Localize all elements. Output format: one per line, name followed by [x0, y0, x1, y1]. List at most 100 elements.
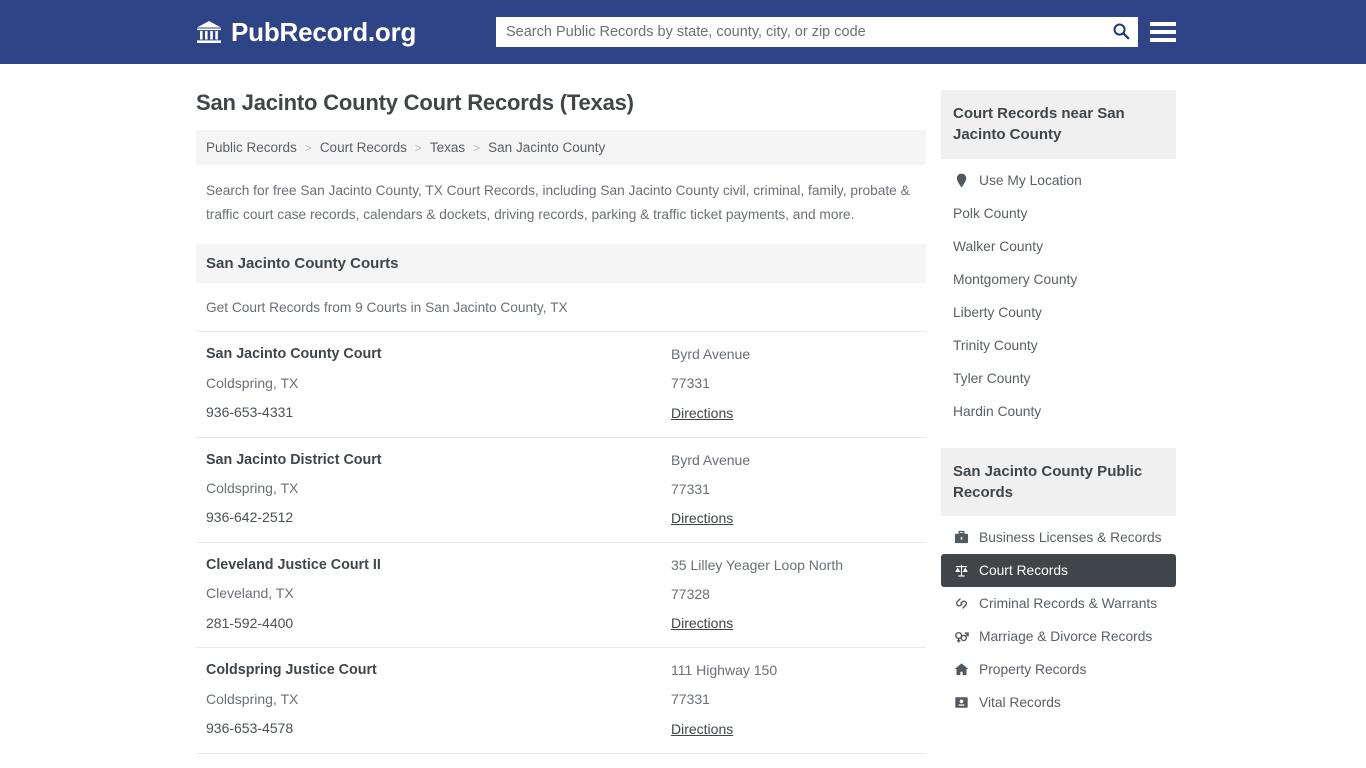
records-item-label: Property Records [979, 662, 1086, 677]
court-city: Cleveland, TX [206, 584, 671, 602]
nearby-panel-heading: Court Records near San Jacinto County [941, 90, 1176, 159]
records-item-label: Court Records [979, 563, 1068, 578]
court-zip: 77331 [671, 374, 916, 392]
directions-link[interactable]: Directions [671, 510, 733, 526]
nearby-item-label: Use My Location [979, 173, 1082, 188]
main-content: San Jacinto County Court Records (Texas)… [196, 64, 926, 768]
directions-link[interactable]: Directions [671, 615, 733, 631]
court-row: Cleveland Justice Court II Cleveland, TX… [196, 542, 926, 647]
nearby-item-label: Liberty County [953, 305, 1042, 320]
court-phone: 936-653-4331 [206, 403, 671, 421]
records-item-criminal-records-warrants[interactable]: Criminal Records & Warrants [941, 587, 1176, 620]
court-name[interactable]: San Jacinto District Court [206, 451, 671, 470]
court-row-left: Cleveland Justice Court II Cleveland, TX… [206, 556, 671, 633]
home-icon [953, 662, 970, 677]
court-address: 35 Lilley Yeager Loop North [671, 556, 916, 574]
records-item-property-records[interactable]: Property Records [941, 653, 1176, 686]
public-records-panel-heading: San Jacinto County Public Records [941, 448, 1176, 517]
certificate-icon [953, 695, 970, 710]
courts-section-note: Get Court Records from 9 Courts in San J… [196, 283, 926, 331]
records-item-label: Criminal Records & Warrants [979, 596, 1157, 611]
court-phone: 936-653-4578 [206, 719, 671, 737]
breadcrumb: Public Records > Court Records > Texas >… [196, 130, 926, 165]
menu-bar [1150, 30, 1176, 34]
nearby-item-tyler-county[interactable]: Tyler County [941, 362, 1176, 395]
court-phone: 281-592-4400 [206, 614, 671, 632]
nearby-panel: Court Records near San Jacinto County Us… [941, 90, 1176, 428]
court-name[interactable]: Coldspring Justice Court [206, 661, 671, 680]
court-row-right: Byrd Avenue 77331 Directions [671, 345, 916, 422]
records-item-label: Business Licenses & Records [979, 530, 1162, 545]
nearby-item-label: Tyler County [953, 371, 1030, 386]
public-records-list: Business Licenses & Records Court Record… [941, 516, 1176, 719]
nearby-item-label: Trinity County [953, 338, 1038, 353]
breadcrumb-separator: > [415, 141, 422, 155]
breadcrumb-item-court-records[interactable]: Court Records [320, 140, 407, 155]
court-row-right: 111 Highway 150 77331 Directions [671, 661, 916, 738]
court-zip: 77328 [671, 585, 916, 603]
courts-section-heading: San Jacinto County Courts [196, 244, 926, 283]
records-item-marriage-divorce-records[interactable]: Marriage & Divorce Records [941, 620, 1176, 653]
nearby-item-label: Hardin County [953, 404, 1041, 419]
public-records-panel: San Jacinto County Public Records Busine… [941, 448, 1176, 720]
court-row-left: San Jacinto County Court Coldspring, TX … [206, 345, 671, 422]
court-phone: 936-642-2512 [206, 508, 671, 526]
search-input[interactable] [496, 17, 1104, 47]
breadcrumb-item-public-records[interactable]: Public Records [206, 140, 297, 155]
court-row-left: Coldspring Justice Court Coldspring, TX … [206, 661, 671, 738]
page-intro-text: Search for free San Jacinto County, TX C… [196, 165, 926, 244]
court-row: San Jacinto County Court Coldspring, TX … [196, 331, 926, 436]
map-pin-icon [953, 173, 970, 188]
records-item-court-records[interactable]: Court Records [941, 554, 1176, 587]
court-row-right: 35 Lilley Yeager Loop North 77328 Direct… [671, 556, 916, 633]
nearby-county-list: Use My Location Polk County Walker Count… [941, 159, 1176, 428]
nearby-item-montgomery-county[interactable]: Montgomery County [941, 263, 1176, 296]
nearby-item-walker-county[interactable]: Walker County [941, 230, 1176, 263]
court-city: Coldspring, TX [206, 690, 671, 708]
court-city: Coldspring, TX [206, 479, 671, 497]
directions-link[interactable]: Directions [671, 405, 733, 421]
court-row-left: San Jacinto District Court Coldspring, T… [206, 451, 671, 528]
brand-name: PubRecord.org [231, 17, 416, 48]
menu-bar [1150, 22, 1176, 26]
records-item-vital-records[interactable]: Vital Records [941, 686, 1176, 719]
nearby-item-liberty-county[interactable]: Liberty County [941, 296, 1176, 329]
venus-mars-icon [953, 629, 970, 644]
site-logo[interactable]: PubRecord.org [196, 17, 416, 48]
court-row-right: Byrd Avenue 77331 Directions [671, 451, 916, 528]
nearby-item-polk-county[interactable]: Polk County [941, 197, 1176, 230]
search-icon [1112, 22, 1130, 43]
search-button[interactable] [1104, 17, 1138, 47]
nearby-item-trinity-county[interactable]: Trinity County [941, 329, 1176, 362]
breadcrumb-item-texas[interactable]: Texas [430, 140, 465, 155]
court-row: Point Blank Justice of Peace Court Point… [196, 753, 926, 768]
court-city: Coldspring, TX [206, 374, 671, 392]
court-list: San Jacinto County Court Coldspring, TX … [196, 331, 926, 768]
nearby-item-hardin-county[interactable]: Hardin County [941, 395, 1176, 428]
court-row: Coldspring Justice Court Coldspring, TX … [196, 647, 926, 752]
court-zip: 77331 [671, 480, 916, 498]
court-address: Byrd Avenue [671, 451, 916, 469]
nearby-item-label: Walker County [953, 239, 1043, 254]
court-name[interactable]: San Jacinto County Court [206, 345, 671, 364]
nearby-item-use-my-location[interactable]: Use My Location [941, 159, 1176, 197]
briefcase-icon [953, 530, 970, 545]
court-address: Byrd Avenue [671, 345, 916, 363]
menu-bar [1150, 38, 1176, 42]
bank-icon [196, 19, 222, 45]
page-title: San Jacinto County Court Records (Texas) [196, 90, 926, 116]
court-zip: 77331 [671, 690, 916, 708]
breadcrumb-separator: > [305, 141, 312, 155]
directions-link[interactable]: Directions [671, 721, 733, 737]
records-item-business-licenses-records[interactable]: Business Licenses & Records [941, 516, 1176, 554]
nearby-item-label: Montgomery County [953, 272, 1077, 287]
sidebar: Court Records near San Jacinto County Us… [941, 64, 1176, 719]
court-row: San Jacinto District Court Coldspring, T… [196, 437, 926, 542]
hamburger-menu-icon[interactable] [1150, 19, 1176, 45]
court-address: 111 Highway 150 [671, 661, 916, 679]
page-body: San Jacinto County Court Records (Texas)… [0, 64, 1366, 768]
breadcrumb-separator: > [473, 141, 480, 155]
breadcrumb-item-san-jacinto-county: San Jacinto County [488, 140, 605, 155]
records-item-label: Vital Records [979, 695, 1061, 710]
court-name[interactable]: Cleveland Justice Court II [206, 556, 671, 575]
